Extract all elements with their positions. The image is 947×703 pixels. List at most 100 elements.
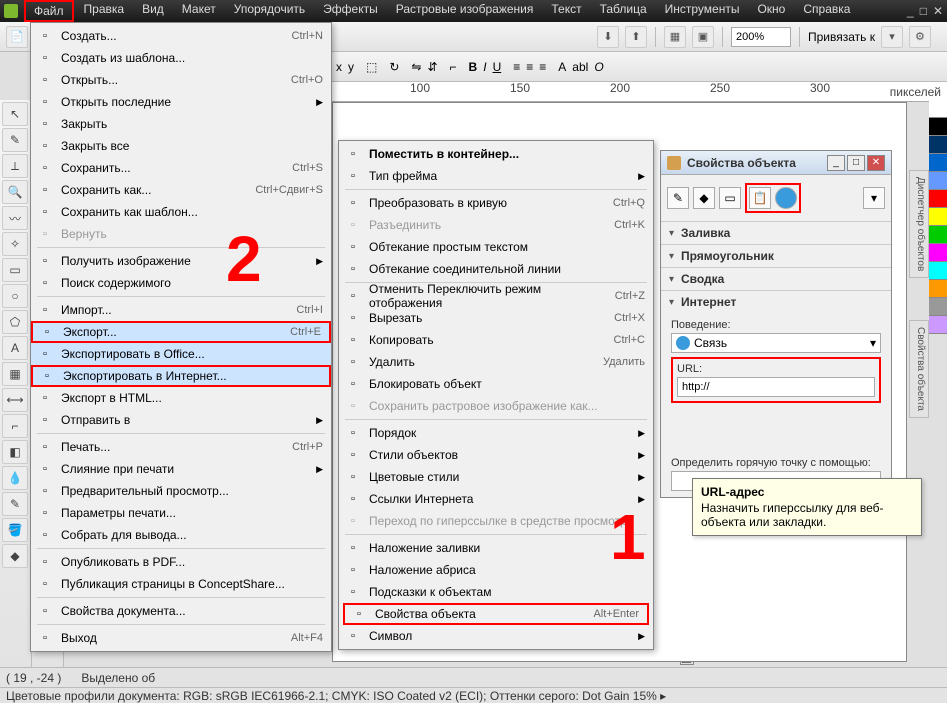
- context-menu-item[interactable]: ▫РазъединитьCtrl+K: [339, 214, 653, 236]
- file-menu-item[interactable]: ▫Создать из шаблона...: [31, 47, 331, 69]
- context-menu-item[interactable]: ▫Переход по гиперссылке в средстве просм…: [339, 510, 653, 532]
- tab-internet-icon[interactable]: [775, 187, 797, 209]
- file-menu-item[interactable]: ▫Опубликовать в PDF...: [31, 551, 331, 573]
- italic-icon[interactable]: I: [483, 60, 486, 74]
- color-swatch[interactable]: [929, 154, 947, 172]
- context-menu-item[interactable]: ▫Подсказки к объектам: [339, 581, 653, 603]
- file-menu-item[interactable]: ▫Открыть последние▶: [31, 91, 331, 113]
- pick-tool-icon[interactable]: ↖: [2, 102, 28, 126]
- file-menu-item[interactable]: ▫Параметры печати...: [31, 502, 331, 524]
- connect-tool-icon[interactable]: ⌐: [2, 414, 28, 438]
- color-swatch[interactable]: [929, 226, 947, 244]
- menu-edit[interactable]: Правка: [76, 0, 133, 22]
- underline-icon[interactable]: U: [493, 60, 502, 74]
- panel-close-icon[interactable]: ✕: [867, 155, 885, 171]
- file-menu-item[interactable]: ▫Поиск содержимого: [31, 272, 331, 294]
- menu-bitmaps[interactable]: Растровые изображения: [388, 0, 542, 22]
- file-menu-item[interactable]: ▫Экспорт...Ctrl+E: [31, 321, 331, 343]
- sidetab-object-properties[interactable]: Свойства объекта: [909, 320, 929, 418]
- file-menu-item[interactable]: ▫Сохранить как...Ctrl+Сдвиг+S: [31, 179, 331, 201]
- file-menu-item[interactable]: ▫Слияние при печати▶: [31, 458, 331, 480]
- color-swatch[interactable]: [929, 118, 947, 136]
- sidetab-object-manager[interactable]: Диспетчер объектов: [909, 170, 929, 278]
- section-internet[interactable]: ▾Интернет: [661, 290, 891, 313]
- file-menu-item[interactable]: ▫Сохранить как шаблон...: [31, 201, 331, 223]
- file-menu-item[interactable]: ▫Свойства документа...: [31, 600, 331, 622]
- context-menu-item[interactable]: ▫Блокировать объект: [339, 373, 653, 395]
- context-menu-item[interactable]: ▫Преобразовать в кривуюCtrl+Q: [339, 192, 653, 214]
- fill-tool-icon[interactable]: 🪣: [2, 518, 28, 542]
- panel-header[interactable]: Свойства объекта _ □ ✕: [661, 151, 891, 175]
- tab-outline-icon[interactable]: ✎: [667, 187, 689, 209]
- zoom-tool-icon[interactable]: 🔍: [2, 180, 28, 204]
- text-tool-icon[interactable]: A: [2, 336, 28, 360]
- eyedrop-tool-icon[interactable]: 💧: [2, 466, 28, 490]
- freehand-tool-icon[interactable]: 〰: [2, 206, 28, 230]
- align-right-icon[interactable]: ≡: [539, 60, 546, 74]
- context-menu-item[interactable]: ▫Обтекание простым текстом: [339, 236, 653, 258]
- crop-tool-icon[interactable]: ⟂: [2, 154, 28, 178]
- smart-tool-icon[interactable]: ✧: [2, 232, 28, 256]
- color-swatch[interactable]: [929, 280, 947, 298]
- menu-table[interactable]: Таблица: [592, 0, 655, 22]
- section-rectangle[interactable]: ▾Прямоугольник: [661, 244, 891, 267]
- tab-fill-icon[interactable]: ◆: [693, 187, 715, 209]
- panel-min-icon[interactable]: _: [827, 155, 845, 171]
- file-menu-item[interactable]: ▫Печать...Ctrl+P: [31, 436, 331, 458]
- context-menu-item[interactable]: ▫Обтекание соединительной линии: [339, 258, 653, 280]
- text-a-icon[interactable]: A: [558, 60, 566, 74]
- launch-icon[interactable]: ▦: [664, 26, 686, 48]
- file-menu-item[interactable]: ▫Закрыть: [31, 113, 331, 135]
- file-menu-item[interactable]: ▫Открыть...Ctrl+O: [31, 69, 331, 91]
- context-menu-item[interactable]: ▫УдалитьУдалить: [339, 351, 653, 373]
- color-swatch[interactable]: [929, 208, 947, 226]
- maximize-icon[interactable]: □: [920, 4, 927, 18]
- panel-max-icon[interactable]: □: [847, 155, 865, 171]
- file-menu-item[interactable]: ▫Публикация страницы в ConceptShare...: [31, 573, 331, 595]
- align-center-icon[interactable]: ≡: [526, 60, 533, 74]
- text-abi-icon[interactable]: abl: [572, 60, 588, 74]
- rotate-icon[interactable]: ↻: [389, 60, 399, 74]
- context-menu-item[interactable]: ▫Отменить Переключить режим отображенияC…: [339, 285, 653, 307]
- polygon-tool-icon[interactable]: ⬠: [2, 310, 28, 334]
- file-menu-item[interactable]: ▫Импорт...Ctrl+I: [31, 299, 331, 321]
- corner-icon[interactable]: ⌐: [450, 60, 457, 74]
- menu-tools[interactable]: Инструменты: [657, 0, 748, 22]
- rectangle-tool-icon[interactable]: ▭: [2, 258, 28, 282]
- outline-tool-icon[interactable]: ✎: [2, 492, 28, 516]
- context-menu-item[interactable]: ▫Стили объектов▶: [339, 444, 653, 466]
- color-swatch[interactable]: [929, 316, 947, 334]
- file-menu-item[interactable]: ▫Сохранить...Ctrl+S: [31, 157, 331, 179]
- shape-tool-icon[interactable]: ✎: [2, 128, 28, 152]
- file-menu-item[interactable]: ▫Создать...Ctrl+N: [31, 25, 331, 47]
- mirror-h-icon[interactable]: ⇋: [411, 60, 421, 74]
- import-icon[interactable]: ⬇: [597, 26, 619, 48]
- table-tool-icon[interactable]: ▦: [2, 362, 28, 386]
- snap-dropdown-icon[interactable]: ▾: [881, 26, 903, 48]
- file-menu-item[interactable]: ▫Отправить в▶: [31, 409, 331, 431]
- context-menu-item[interactable]: ▫Цветовые стили▶: [339, 466, 653, 488]
- file-menu-item[interactable]: ▫ВыходAlt+F4: [31, 627, 331, 649]
- align-left-icon[interactable]: ≡: [513, 60, 520, 74]
- interactive-fill-icon[interactable]: ◆: [2, 544, 28, 568]
- text-o-icon[interactable]: O: [594, 60, 603, 74]
- menu-help[interactable]: Справка: [795, 0, 858, 22]
- tab-rect-icon[interactable]: ▭: [719, 187, 741, 209]
- color-swatch[interactable]: [929, 298, 947, 316]
- color-swatch[interactable]: [929, 136, 947, 154]
- context-menu-item[interactable]: ▫Свойства объектаAlt+Enter: [343, 603, 649, 625]
- zoom-input[interactable]: [731, 27, 791, 47]
- options-icon[interactable]: ⚙: [909, 26, 931, 48]
- color-swatch[interactable]: [929, 100, 947, 118]
- behavior-select[interactable]: Связь ▾: [671, 333, 881, 353]
- new-icon[interactable]: 📄: [6, 26, 28, 48]
- color-swatch[interactable]: [929, 172, 947, 190]
- dimension-tool-icon[interactable]: ⟷: [2, 388, 28, 412]
- file-menu-item[interactable]: ▫Экспорт в HTML...: [31, 387, 331, 409]
- context-menu-item[interactable]: ▫Символ▶: [339, 625, 653, 647]
- context-menu-item[interactable]: ▫КопироватьCtrl+C: [339, 329, 653, 351]
- tab-options-icon[interactable]: ▾: [863, 187, 885, 209]
- close-icon[interactable]: ✕: [933, 4, 943, 18]
- tab-summary-icon[interactable]: 📋: [749, 187, 771, 209]
- file-menu-item[interactable]: ▫Экспортировать в Office...: [31, 343, 331, 365]
